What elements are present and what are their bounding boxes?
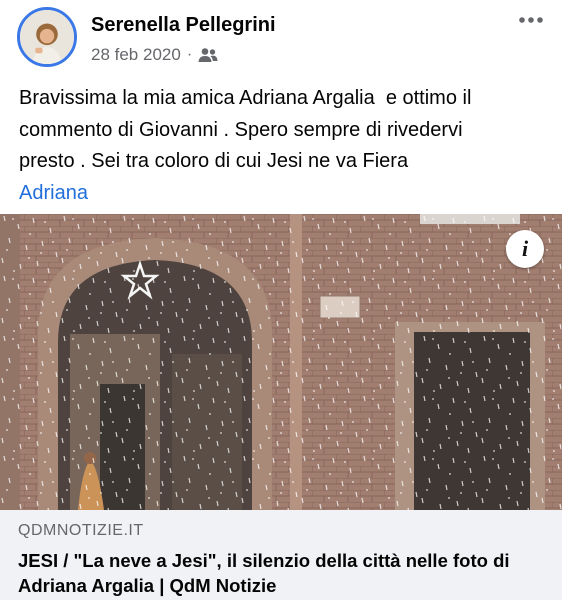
post-text-line: commento di Giovanni . Spero sempre di r… [19, 118, 463, 141]
info-icon[interactable]: i [506, 230, 544, 268]
link-preview-image[interactable]: i [0, 214, 562, 510]
link-title[interactable]: JESI / "La neve a Jesi", il silenzio del… [18, 548, 548, 598]
more-dots-icon[interactable] [518, 14, 544, 26]
snowy-building-photo [0, 214, 562, 510]
avatar[interactable] [17, 7, 77, 67]
link-preview-footer[interactable]: QDMNOTIZIE.IT JESI / "La neve a Jesi", i… [0, 510, 562, 600]
post-text-line: Bravissima la mia amica Adriana Argalia … [19, 87, 472, 109]
link-domain: QDMNOTIZIE.IT [18, 522, 144, 539]
meta-separator: · [186, 46, 193, 63]
link-preview-card[interactable]: i QDMNOTIZIE.IT JESI / "La neve a Jesi",… [0, 214, 562, 600]
mention-link[interactable]: Adriana [19, 178, 547, 210]
post-text-line: presto . Sei tra coloro di cui Jesi ne v… [19, 150, 409, 172]
friends-icon [198, 48, 218, 62]
post-body: Bravissima la mia amica Adriana Argalia … [19, 83, 547, 209]
post-date[interactable]: 28 feb 2020 [91, 45, 181, 65]
author-name[interactable]: Serenella Pellegrini [91, 14, 276, 37]
avatar-photo [20, 10, 74, 64]
post-header: Serenella Pellegrini 28 feb 2020 · [0, 0, 562, 76]
post-meta: 28 feb 2020 · [91, 45, 218, 65]
